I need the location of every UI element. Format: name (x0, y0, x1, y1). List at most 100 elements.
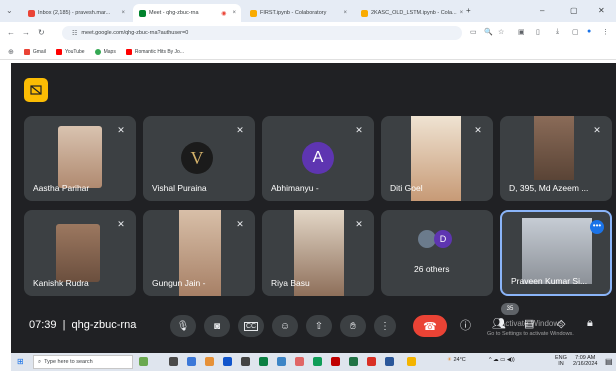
tab-label: Meet - qhg-zbuc-rna (149, 10, 199, 16)
participant-tile[interactable]: V ✕ Vishal Puraina (143, 116, 255, 201)
participant-tile[interactable]: ✕ D, 395, Md Azeem ... (500, 116, 612, 201)
tab-gmail[interactable]: Inbox (2,185) - pravesh.mar... × (22, 4, 130, 22)
excel-icon[interactable] (349, 357, 358, 366)
participant-tile[interactable]: ✕ Diti Goel (381, 116, 493, 201)
participant-video (58, 126, 102, 188)
participant-count-badge: 35 (501, 303, 519, 315)
more-options-button[interactable]: ⋮ (374, 315, 396, 337)
new-tab-button[interactable]: + (466, 6, 471, 15)
participant-tile[interactable]: ✕ Kanishk Rudra (24, 210, 136, 296)
taskbar-search[interactable]: ⌕ Type here to search (33, 355, 133, 369)
cast-icon[interactable]: ▭ (470, 28, 477, 36)
participant-tile[interactable]: ✕ Gungun Jain - (143, 210, 255, 296)
participant-tile[interactable]: ✕ Aastha Parihar (24, 116, 136, 201)
back-icon[interactable]: ← (7, 28, 15, 37)
url-field[interactable]: ☷ meet.google.com/qhg-zbuc-rna?authuser=… (62, 26, 462, 40)
tab-search-icon[interactable]: ⌄ (6, 6, 13, 15)
captions-icon: CC (243, 321, 259, 331)
search-icon: ⌕ (38, 358, 42, 365)
sidepanel-icon[interactable]: ▢ (572, 28, 579, 36)
present-icon: ⇧ (314, 320, 324, 332)
reload-icon[interactable]: ↻ (38, 28, 45, 37)
minimize-button[interactable]: – (540, 6, 544, 15)
raise-hand-button[interactable]: ✋︎ (340, 315, 366, 337)
word-icon[interactable] (385, 357, 394, 366)
bookmark-maps[interactable]: Maps (94, 48, 116, 55)
host-controls-icon[interactable]: 🔒︎ (587, 317, 593, 330)
clock-date: 2/16/2024 (573, 361, 598, 367)
colab-icon (250, 9, 257, 17)
emoji-icon: ☺ (279, 320, 291, 332)
weather-widget[interactable]: ☀ 24°C (447, 357, 466, 363)
system-tray-icons[interactable]: ^ ☁ ▭ ◀︎)) (489, 357, 515, 363)
mic-off-icon: ✕ (117, 219, 125, 229)
tab-colab-lstm[interactable]: 2KASC_OLD_LSTM.ipynb - Cola... × (355, 4, 463, 22)
participant-name: Vishal Puraina (152, 183, 207, 193)
bookmark-youtube[interactable]: YouTube (55, 48, 85, 55)
search-placeholder: Type here to search (44, 359, 93, 365)
more-options-icon[interactable]: ••• (590, 220, 604, 234)
tab-close-icon[interactable]: × (121, 10, 130, 16)
site-info-icon[interactable]: ☷ (72, 30, 77, 37)
bookmark-star-icon[interactable]: ☆ (498, 28, 504, 36)
camera-app-icon[interactable] (241, 357, 250, 366)
edge-icon[interactable] (259, 357, 268, 366)
app-icon[interactable] (331, 357, 340, 366)
menu-icon[interactable]: ⋮ (602, 28, 609, 36)
language-indicator[interactable]: ENG IN (555, 355, 567, 367)
bookmark-label: Romantic Hits By Jo... (134, 48, 185, 55)
gmail-icon (28, 9, 35, 17)
participant-video (56, 224, 100, 282)
tab-close-icon[interactable]: × (460, 10, 463, 16)
others-tile[interactable]: D 26 others (381, 210, 493, 296)
taskbar-clock[interactable]: 7:09 AM 2/16/2024 (573, 355, 597, 367)
windows-start-icon[interactable]: ⊞ (17, 357, 24, 366)
store-icon[interactable] (277, 357, 286, 366)
more-vert-icon: ⋮ (380, 320, 390, 332)
meeting-info-icon[interactable]: ⓘ (460, 317, 471, 333)
camera-button[interactable]: ◙ (204, 315, 230, 337)
tab-close-icon[interactable]: × (232, 10, 241, 16)
bookmark-label: Maps (103, 48, 116, 55)
forward-icon[interactable]: → (22, 28, 30, 37)
participant-tile[interactable]: A ✕ Abhimanyu - (262, 116, 374, 201)
profile-avatar-icon[interactable]: ● (587, 28, 591, 35)
task-view-icon[interactable] (169, 357, 178, 366)
zoom-icon[interactable]: 🔍 (484, 28, 493, 36)
notifications-icon[interactable]: ▤ (605, 357, 613, 366)
emoji-button[interactable]: ☺ (272, 315, 298, 337)
pdf-icon[interactable] (367, 357, 376, 366)
folder-icon[interactable] (205, 357, 214, 366)
tab-close-icon[interactable]: × (343, 10, 352, 16)
captions-button[interactable]: CC (238, 315, 264, 337)
activate-windows-title: Activate Windows (500, 319, 564, 328)
maximize-button[interactable]: ▢ (570, 6, 578, 15)
participant-name: Abhimanyu - (271, 183, 319, 193)
youtube-icon (125, 48, 132, 55)
download-icon[interactable]: ⤓ (556, 28, 559, 36)
tab-colab-first[interactable]: FIRST.ipynb - Colaboratory × (244, 4, 352, 22)
present-button[interactable]: ⇧ (306, 315, 332, 337)
mic-off-icon: ✕ (355, 219, 363, 229)
tab-meet[interactable]: Meet - qhg-zbuc-rna ◉ × (133, 4, 241, 22)
bookmarks-bar: ⊕ Gmail YouTube Maps Romantic Hits By Jo… (0, 44, 616, 60)
close-window-button[interactable]: ✕ (598, 6, 605, 15)
bookmark-romantic-hits[interactable]: Romantic Hits By Jo... (125, 48, 185, 55)
cortana-icon[interactable] (139, 357, 148, 366)
microphone-button[interactable]: 🎙︎ (170, 315, 196, 337)
bookmark-gmail[interactable]: Gmail (23, 48, 46, 55)
app-icon[interactable] (407, 357, 416, 366)
maps-icon (94, 48, 101, 55)
recording-icon: ◉ (221, 10, 227, 17)
end-call-button[interactable]: ☎ (413, 315, 447, 337)
chrome-profile-icon[interactable] (313, 357, 322, 366)
chrome-icon[interactable] (295, 357, 304, 366)
self-tile[interactable]: ••• Praveen Kumar Si... (500, 210, 612, 296)
participant-tile[interactable]: ✕ Riya Basu (262, 210, 374, 296)
extension-icon[interactable]: ▣ (518, 28, 525, 36)
reading-list-icon[interactable]: ▯ (536, 28, 540, 36)
mail-icon[interactable] (223, 357, 232, 366)
globe-icon[interactable]: ⊕ (8, 48, 14, 56)
file-explorer-icon[interactable] (187, 357, 196, 366)
meet-activity-icon[interactable] (24, 78, 48, 102)
